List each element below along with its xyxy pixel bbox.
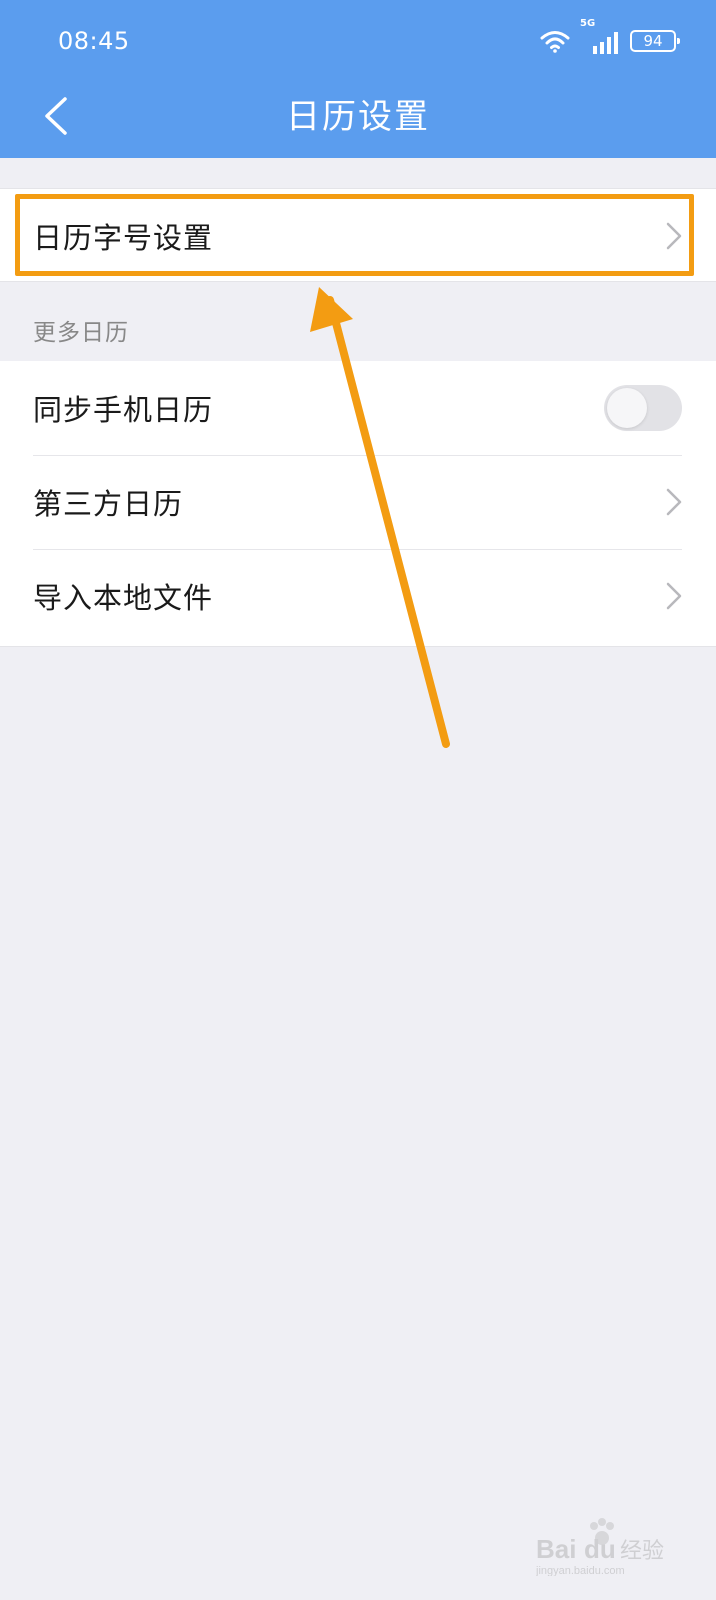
import-local-file-row[interactable]: 导入本地文件	[0, 549, 716, 643]
third-party-calendar-row[interactable]: 第三方日历	[0, 455, 716, 549]
watermark-logo: Bai du 经验 jingyan.baidu.com	[536, 1518, 664, 1576]
app-header: 08:45 5G 94 日历设置	[0, 0, 716, 158]
signal-icon	[592, 32, 620, 54]
svg-text:Bai: Bai	[536, 1534, 576, 1564]
svg-text:经验: 经验	[620, 1539, 664, 1564]
chevron-right-icon	[666, 488, 682, 516]
page-title: 日历设置	[286, 97, 430, 137]
status-icons: 5G 94	[540, 18, 680, 56]
calendar-settings-screen: 08:45 5G 94 日历设置 日历字号设置 更多日历 同步手机日历 第三方日…	[0, 0, 716, 1600]
sync-phone-calendar-row: 同步手机日历	[0, 361, 716, 455]
font-size-settings-label: 日历字号设置	[33, 221, 214, 255]
font-size-settings-row[interactable]: 日历字号设置	[0, 189, 716, 283]
nav-bar: 日历设置	[0, 82, 716, 158]
svg-text:du: du	[584, 1534, 616, 1564]
import-local-file-label: 导入本地文件	[33, 581, 214, 615]
status-bar: 08:45 5G 94	[0, 0, 716, 82]
battery-level: 94	[643, 32, 663, 50]
more-calendars-group: 同步手机日历 第三方日历 导入本地文件	[0, 361, 716, 647]
toggle-knob	[607, 388, 647, 428]
sync-phone-calendar-label: 同步手机日历	[33, 393, 214, 427]
chevron-right-icon	[666, 222, 682, 250]
font-settings-group: 日历字号设置	[0, 188, 716, 282]
wifi-icon	[540, 29, 570, 53]
chevron-right-icon	[666, 582, 682, 610]
network-type-label: 5G	[580, 18, 596, 29]
svg-text:jingyan.baidu.com: jingyan.baidu.com	[536, 1565, 625, 1576]
status-time: 08:45	[58, 27, 130, 55]
cellular-indicator: 5G	[580, 18, 620, 54]
third-party-calendar-label: 第三方日历	[33, 487, 184, 521]
battery-icon: 94	[630, 30, 680, 52]
sync-phone-calendar-toggle[interactable]	[604, 385, 682, 431]
more-calendars-section-header: 更多日历	[33, 320, 129, 346]
